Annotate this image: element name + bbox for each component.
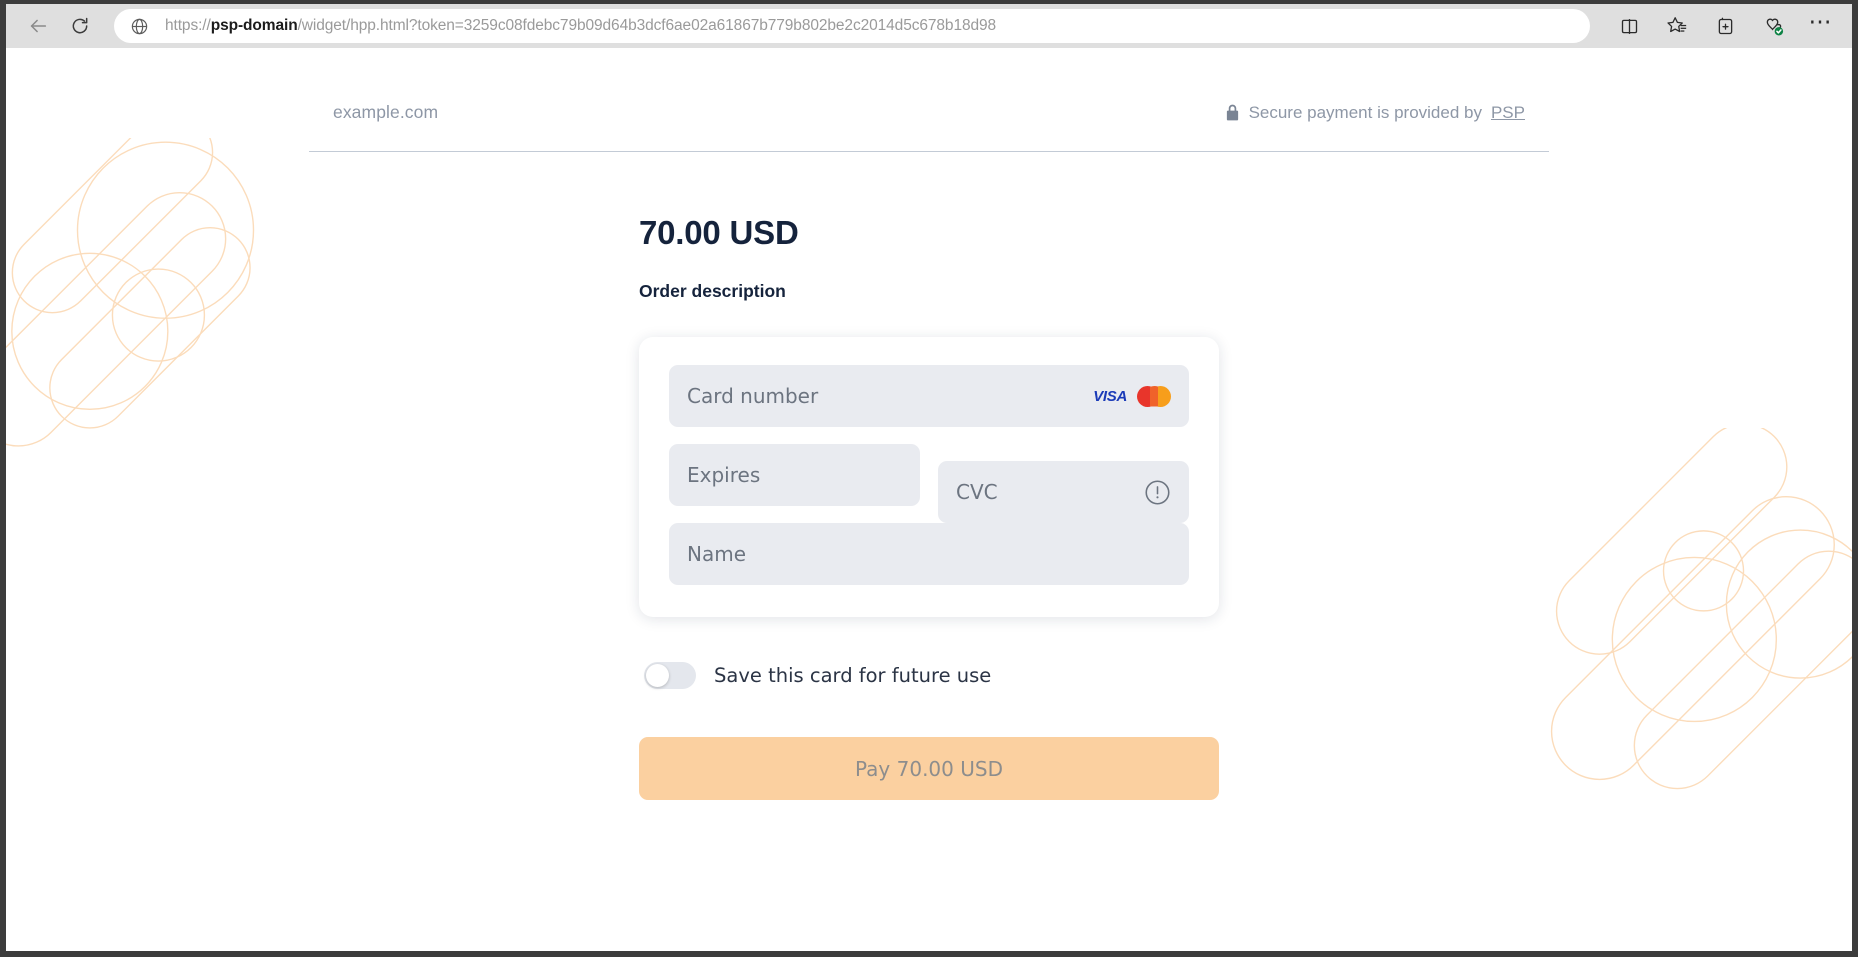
browser-window: https://psp-domain/widget/hpp.html?token…: [0, 0, 1858, 957]
hpp-header: example.com Secure payment is provided b…: [309, 102, 1549, 152]
order-description: Order description: [639, 281, 786, 301]
expires-field[interactable]: Expires: [669, 444, 920, 506]
exclamation-circle-icon[interactable]: [1144, 479, 1171, 506]
split-screen-icon: [1619, 16, 1640, 37]
expires-placeholder: Expires: [687, 463, 761, 487]
back-arrow-icon: [27, 15, 49, 37]
visa-icon: VISA: [1093, 387, 1127, 405]
name-placeholder: Name: [687, 542, 747, 566]
cvc-field[interactable]: CVC: [938, 461, 1189, 523]
reload-button[interactable]: [62, 8, 98, 44]
checkout-column: 70.00 USD Order description Card number …: [639, 152, 1219, 800]
merchant-name: example.com: [333, 102, 439, 122]
collections-button[interactable]: [1708, 9, 1742, 43]
reload-icon: [70, 16, 90, 36]
card-form-panel: Card number VISA Expires CVC Name: [639, 337, 1219, 617]
secure-payment-note: Secure payment is provided by PSP: [1225, 103, 1525, 123]
split-screen-button[interactable]: [1612, 9, 1646, 43]
browser-essentials-button[interactable]: [1756, 9, 1790, 43]
url-scheme: https://: [165, 17, 211, 34]
psp-link[interactable]: PSP: [1491, 103, 1525, 123]
card-number-placeholder: Card number: [687, 384, 819, 408]
lock-icon: [1225, 104, 1240, 121]
favorites-button[interactable]: [1660, 9, 1694, 43]
secure-payment-text: Secure payment is provided by: [1248, 102, 1482, 122]
order-amount: 70.00 USD: [639, 214, 799, 251]
pay-button[interactable]: Pay 70.00 USD: [639, 737, 1219, 800]
url-host: psp-domain: [210, 17, 298, 34]
toolbar-actions: ⋯: [1606, 9, 1838, 43]
settings-more-button[interactable]: ⋯: [1804, 9, 1838, 43]
save-card-row: Save this card for future use: [639, 662, 1219, 689]
background-decoration-left: [6, 111, 326, 483]
address-bar[interactable]: https://psp-domain/widget/hpp.html?token…: [114, 9, 1590, 43]
back-button[interactable]: [20, 8, 56, 44]
url-path: /widget/hpp.html?token=3259c08fdebc79b09…: [297, 17, 997, 34]
hpp-page: example.com Secure payment is provided b…: [309, 48, 1549, 800]
browser-essentials-icon: [1762, 15, 1785, 38]
card-number-field[interactable]: Card number VISA: [669, 365, 1189, 427]
mastercard-icon: [1137, 385, 1171, 407]
toggle-knob: [646, 664, 669, 687]
cvc-placeholder: CVC: [956, 480, 998, 504]
globe-icon: [130, 17, 149, 36]
name-field[interactable]: Name: [669, 523, 1189, 585]
address-bar-url: https://psp-domain/widget/hpp.html?token…: [165, 17, 996, 35]
browser-toolbar: https://psp-domain/widget/hpp.html?token…: [6, 4, 1852, 48]
collections-icon: [1715, 16, 1736, 37]
card-brand-marks: VISA: [1093, 385, 1171, 407]
page-viewport: example.com Secure payment is provided b…: [6, 48, 1852, 951]
save-card-toggle[interactable]: [644, 662, 696, 689]
settings-more-icon: ⋯: [1808, 8, 1834, 34]
save-card-label: Save this card for future use: [714, 664, 992, 687]
favorites-icon: [1666, 15, 1688, 37]
background-decoration-right: [1502, 423, 1852, 863]
expiry-cvc-row: Expires CVC: [669, 444, 1189, 523]
